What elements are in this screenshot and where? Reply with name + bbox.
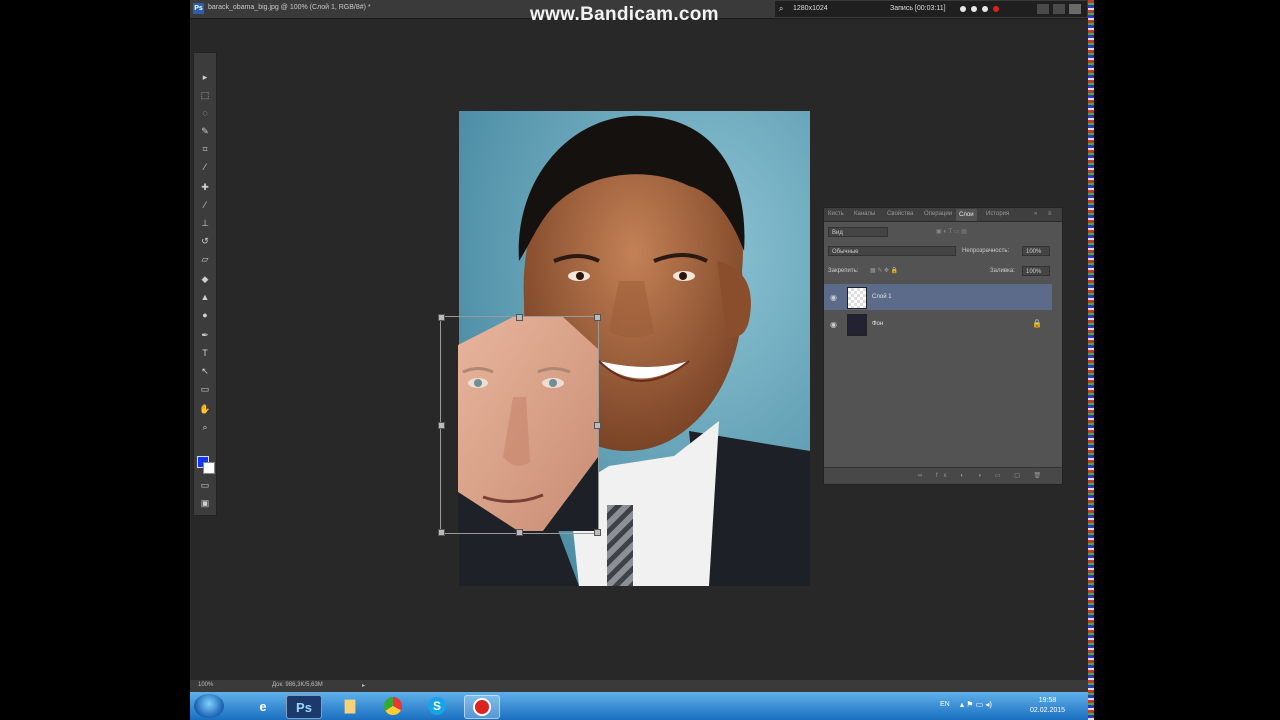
layers-panel-footer: ∞ fx ◐ ◑ ▭ ▢ 🗑 (824, 467, 1062, 484)
system-tray: EN ▴ ⚑ ▭ ◂) 19:58 02.02.2015 (930, 692, 1088, 720)
eraser-tool-icon[interactable]: ▱ (198, 253, 212, 265)
quick-mask-icon[interactable]: ▭ (198, 479, 212, 491)
screen-mode-icon[interactable]: ▣ (198, 497, 212, 509)
eyedropper-tool-icon[interactable]: ⁄ (198, 161, 212, 173)
blend-mode-select[interactable]: Обычные (828, 246, 956, 256)
recorder-status: Запись [00:03:11] (890, 5, 946, 12)
layer-row[interactable]: ◉ Фон 🔒 (824, 311, 1052, 337)
healing-brush-tool-icon[interactable]: ✚ (198, 181, 212, 193)
shape-tool-icon[interactable]: ▭ (198, 383, 212, 395)
pause-icon[interactable] (971, 6, 977, 12)
layers-panel: Кисть Каналы Свойства Операции Слои Исто… (823, 207, 1063, 485)
fill-label: Заливка: (990, 268, 1015, 274)
filter-icons[interactable]: ▣ ◐ T ▭ ▤ (936, 228, 967, 235)
fill-input[interactable]: 100% (1022, 266, 1050, 276)
transform-bounding-box[interactable] (438, 314, 601, 536)
history-brush-tool-icon[interactable]: ↺ (198, 235, 212, 247)
tab-channels[interactable]: Каналы (854, 211, 875, 217)
lasso-tool-icon[interactable]: ◌ (198, 107, 212, 119)
transform-handle[interactable] (438, 529, 445, 536)
tray-icons[interactable]: ▴ ⚑ ▭ ◂) (960, 700, 992, 709)
layer-name[interactable]: Фон (872, 321, 883, 327)
tab-brush[interactable]: Кисть (828, 211, 844, 217)
clock-time: 19:58 (1038, 697, 1057, 704)
title-bar: Ps barack_obama_big.jpg @ 100% (Слой 1, … (190, 0, 1088, 25)
clone-stamp-tool-icon[interactable]: ⊥ (198, 217, 212, 229)
layer-name[interactable]: Слой 1 (872, 294, 892, 300)
clock-date: 02.02.2015 (1030, 707, 1066, 714)
camera-icon[interactable] (960, 6, 966, 12)
paint-bucket-tool-icon[interactable]: ◆ (198, 273, 212, 285)
crop-tool-icon[interactable]: ⌗ (198, 143, 212, 155)
transform-handle[interactable] (516, 314, 523, 321)
clock[interactable]: 19:58 02.02.2015 (1030, 696, 1065, 716)
transform-handle[interactable] (594, 529, 601, 536)
layer-thumbnail (847, 287, 867, 309)
lock-label: Закрепить: (828, 268, 859, 274)
minimize-button[interactable] (1037, 4, 1049, 14)
chrome-icon[interactable] (376, 695, 410, 717)
tab-properties[interactable]: Свойства (887, 211, 913, 217)
dodge-tool-icon[interactable]: ● (198, 309, 212, 321)
start-button[interactable] (194, 694, 224, 718)
status-arrow-icon[interactable]: ▸ (362, 682, 365, 689)
panel-tabs: Кисть Каналы Свойства Операции Слои Исто… (824, 208, 1062, 222)
tab-layers[interactable]: Слои (956, 209, 977, 221)
quick-select-tool-icon[interactable]: ✎ (198, 125, 212, 137)
tools-panel: ▸ ⬚ ◌ ✎ ⌗ ⁄ ✚ ⁄ ⊥ ↺ ▱ ◆ ▲ ● ✒ T ↖ ▭ ✋ ⌕ … (193, 52, 217, 516)
language-indicator[interactable]: EN (940, 701, 950, 708)
photoshop-logo-icon: Ps (193, 3, 204, 14)
transform-handle[interactable] (594, 314, 601, 321)
skype-icon[interactable]: S (420, 695, 454, 717)
background-color-swatch[interactable] (203, 462, 215, 474)
doc-size: Док: 986,3K/5,63M (272, 682, 323, 688)
hand-tool-icon[interactable]: ✋ (198, 403, 212, 415)
transform-handle[interactable] (438, 422, 445, 429)
type-tool-icon[interactable]: T (198, 347, 212, 359)
maximize-button[interactable] (1053, 4, 1065, 14)
transform-handle[interactable] (594, 422, 601, 429)
panel-menu-icon[interactable]: ≡ (1048, 211, 1052, 217)
marquee-tool-icon[interactable]: ⬚ (198, 89, 212, 101)
zoom-level[interactable]: 100% (198, 682, 213, 688)
layer-filter-select[interactable]: Вид (828, 227, 888, 237)
windows-taskbar: e Ps ▇ S EN ▴ ⚑ ▭ ◂) 19:58 02.02.2015 (190, 692, 1088, 720)
lock-icon: 🔒 (1032, 319, 1042, 328)
bandicam-watermark: www.Bandicam.com (530, 4, 719, 25)
layer-action-icons[interactable]: ∞ fx ◐ ◑ ▭ ▢ 🗑 (918, 472, 1047, 479)
layer-thumbnail (847, 314, 867, 336)
transform-handle[interactable] (516, 529, 523, 536)
close-button[interactable] (1069, 4, 1081, 14)
blur-tool-icon[interactable]: ▲ (198, 291, 212, 303)
search-icon[interactable]: ⌕ (779, 4, 783, 14)
tab-history[interactable]: История (986, 211, 1009, 217)
photoshop-icon[interactable]: Ps (286, 695, 322, 719)
zoom-tool-icon[interactable]: ⌕ (198, 421, 212, 433)
visibility-eye-icon[interactable]: ◉ (830, 320, 837, 329)
opacity-input[interactable]: 100% (1022, 246, 1050, 256)
necktie (607, 505, 633, 586)
transform-handle[interactable] (438, 314, 445, 321)
recorder-bar: ⌕ 1280x1024 Запись [00:03:11] (775, 1, 1087, 17)
move-tool-icon[interactable]: ▸ (198, 71, 212, 83)
brush-tool-icon[interactable]: ⁄ (198, 199, 212, 211)
settings-icon[interactable] (982, 6, 988, 12)
document-tab-title[interactable]: barack_obama_big.jpg @ 100% (Слой 1, RGB… (208, 4, 371, 11)
layer-row[interactable]: ◉ Слой 1 (824, 284, 1052, 310)
status-bar: 100% Док: 986,3K/5,63M ▸ (190, 680, 1088, 692)
opacity-label: Непрозрачность: (962, 248, 1010, 254)
screen-edge-artifact (1088, 0, 1094, 720)
collapse-icon[interactable]: » (1034, 211, 1037, 217)
tab-operations[interactable]: Операции (924, 211, 952, 217)
bandicam-icon[interactable] (464, 695, 500, 719)
folder-icon[interactable]: ▇ (333, 695, 367, 717)
visibility-eye-icon[interactable]: ◉ (830, 293, 837, 302)
photoshop-window: Ps barack_obama_big.jpg @ 100% (Слой 1, … (190, 0, 1088, 720)
ie-icon[interactable]: e (246, 695, 280, 717)
pen-tool-icon[interactable]: ✒ (198, 329, 212, 341)
recorder-resolution: 1280x1024 (793, 5, 828, 12)
lock-icons[interactable]: ▦ ✎ ✥ 🔒 (870, 267, 898, 274)
path-select-tool-icon[interactable]: ↖ (198, 365, 212, 377)
record-icon[interactable] (993, 6, 999, 12)
